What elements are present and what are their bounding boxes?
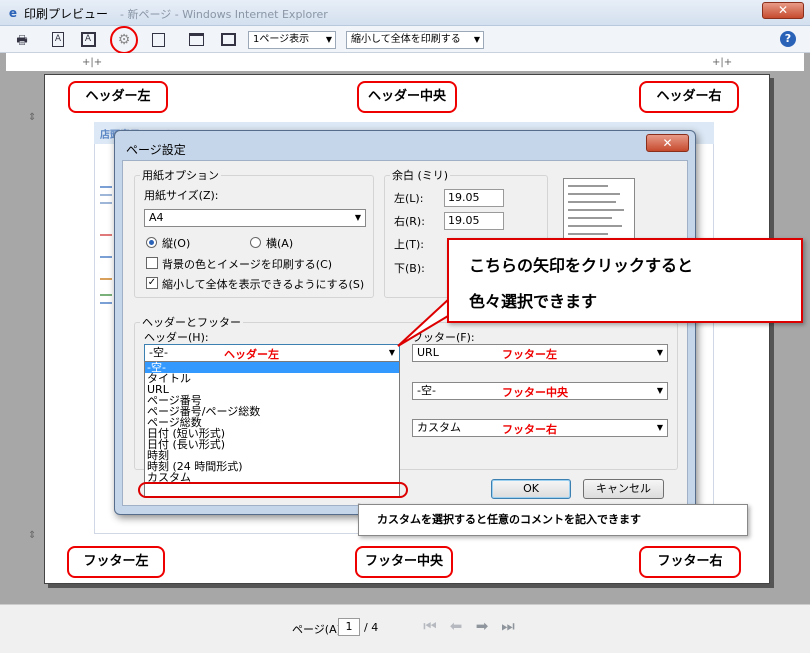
header-label: ヘッダー(H): <box>144 331 209 344</box>
next-page-icon[interactable]: ➡ <box>472 616 492 636</box>
margin-left-label: 左(L): <box>394 192 424 205</box>
chevron-down-icon: ▼ <box>656 348 663 357</box>
prev-page-icon[interactable]: ⬅ <box>446 616 466 636</box>
shrink-select[interactable]: 縮小して全体を印刷する ▼ <box>346 31 484 49</box>
chevron-down-icon: ▼ <box>473 35 480 44</box>
paper-size-label: 用紙サイズ(Z): <box>144 189 219 202</box>
bottom-margin-handle[interactable]: ⇕ <box>28 530 36 541</box>
margin-right-input[interactable]: 19.05 <box>444 212 504 230</box>
chevron-down-icon: ▼ <box>354 213 361 222</box>
ie-icon: e <box>8 6 18 20</box>
chevron-down-icon: ▼ <box>656 386 663 395</box>
print-background-label: 背景の色とイメージを印刷する(C) <box>162 258 333 271</box>
shrink-select-value: 縮小して全体を印刷する <box>351 34 461 45</box>
footer-right-annotation: フッター右 <box>502 423 557 436</box>
portrait-label: 縦(O) <box>162 237 191 250</box>
header-select-value: -空- <box>149 346 168 359</box>
page-number-input[interactable]: 1 <box>338 618 360 636</box>
header-left-label: ヘッダー左 <box>68 81 168 113</box>
header-center-label: ヘッダー中央 <box>357 81 457 113</box>
header-dropdown-list: -空- タイトル URL ページ番号 ページ番号/ページ総数 ページ総数 日付 … <box>144 361 400 497</box>
shrink-fit-label: 縮小して全体を表示できるようにする(S) <box>162 278 365 291</box>
highlight-circle <box>110 26 138 54</box>
header-footer-toggle-icon[interactable] <box>148 30 168 50</box>
shrink-fit-checkbox[interactable]: ✓ <box>146 277 158 289</box>
page-total: / 4 <box>364 621 379 634</box>
print-background-checkbox[interactable] <box>146 257 158 269</box>
window-close-button[interactable]: ✕ <box>762 2 804 19</box>
margin-right-label: 右(R): <box>394 215 425 228</box>
footer2-select-value: -空- <box>417 384 436 397</box>
right-margin-handle[interactable]: +|+ <box>712 57 732 68</box>
landscape-label: 横(A) <box>266 237 294 250</box>
callout-line-2: 色々選択できます <box>469 292 598 311</box>
top-margin-handle[interactable]: ⇕ <box>28 112 36 123</box>
callout-line-1: こちらの矢印をクリックすると <box>469 256 694 275</box>
chevron-down-icon: ▼ <box>325 35 332 44</box>
chevron-down-icon: ▼ <box>656 423 663 432</box>
landscape-radio[interactable] <box>250 237 261 248</box>
margins-label: 余白 (ミリ) <box>390 167 451 183</box>
paper-size-value: A4 <box>149 211 164 224</box>
view-select[interactable]: 1ページ表示 ▼ <box>248 31 336 49</box>
window-title-suffix: - 新ページ - Windows Internet Explorer <box>120 8 328 21</box>
full-page-icon[interactable] <box>218 30 238 50</box>
footer-left-annotation: フッター左 <box>502 348 557 361</box>
footer-center-annotation: フッター中央 <box>502 386 568 399</box>
header-footer-label: ヘッダーとフッター <box>140 314 243 330</box>
paper-size-select[interactable]: A4 ▼ <box>144 209 366 227</box>
custom-callout: カスタムを選択すると任意のコメントを記入できます <box>358 504 748 536</box>
dialog-close-button[interactable]: ✕ <box>646 134 689 152</box>
margin-top-label: 上(T): <box>394 238 425 251</box>
left-margin-handle[interactable]: +|+ <box>82 57 102 68</box>
help-icon[interactable]: ? <box>780 31 796 47</box>
margin-bottom-label: 下(B): <box>394 262 425 275</box>
last-page-icon[interactable]: ⏭ <box>498 616 518 636</box>
footer3-select-value: カスタム <box>417 421 461 434</box>
list-item[interactable]: タイトル <box>145 373 399 384</box>
portrait-radio[interactable] <box>146 237 157 248</box>
header-left-annotation: ヘッダー左 <box>224 348 279 361</box>
footer-right-label: フッター右 <box>639 546 741 578</box>
cancel-button[interactable]: キャンセル <box>583 479 664 499</box>
full-width-icon[interactable] <box>186 30 206 50</box>
arrow-callout: こちらの矢印をクリックすると 色々選択できます <box>447 238 803 323</box>
landscape-icon[interactable]: A <box>78 30 98 50</box>
footer-center-label: フッター中央 <box>355 546 453 578</box>
paper-options-label: 用紙オプション <box>140 167 221 183</box>
ok-button[interactable]: OK <box>491 479 571 499</box>
status-bar <box>0 604 810 653</box>
footer-left-label: フッター左 <box>67 546 165 578</box>
list-item[interactable]: 日付 (長い形式) <box>145 439 399 450</box>
page-label: ページ(A) <box>292 623 341 636</box>
first-page-icon[interactable]: ⏮ <box>420 616 440 636</box>
page-content-sidebar <box>100 186 112 346</box>
print-icon[interactable]: 🖶 <box>12 30 32 50</box>
view-select-value: 1ページ表示 <box>253 34 310 45</box>
preview-ruler <box>6 53 804 71</box>
dialog-title: ページ設定 <box>126 143 186 157</box>
margin-left-input[interactable]: 19.05 <box>444 189 504 207</box>
portrait-icon[interactable]: A <box>48 30 68 50</box>
window-title: 印刷プレビュー <box>24 7 109 21</box>
header-right-label: ヘッダー右 <box>639 81 739 113</box>
